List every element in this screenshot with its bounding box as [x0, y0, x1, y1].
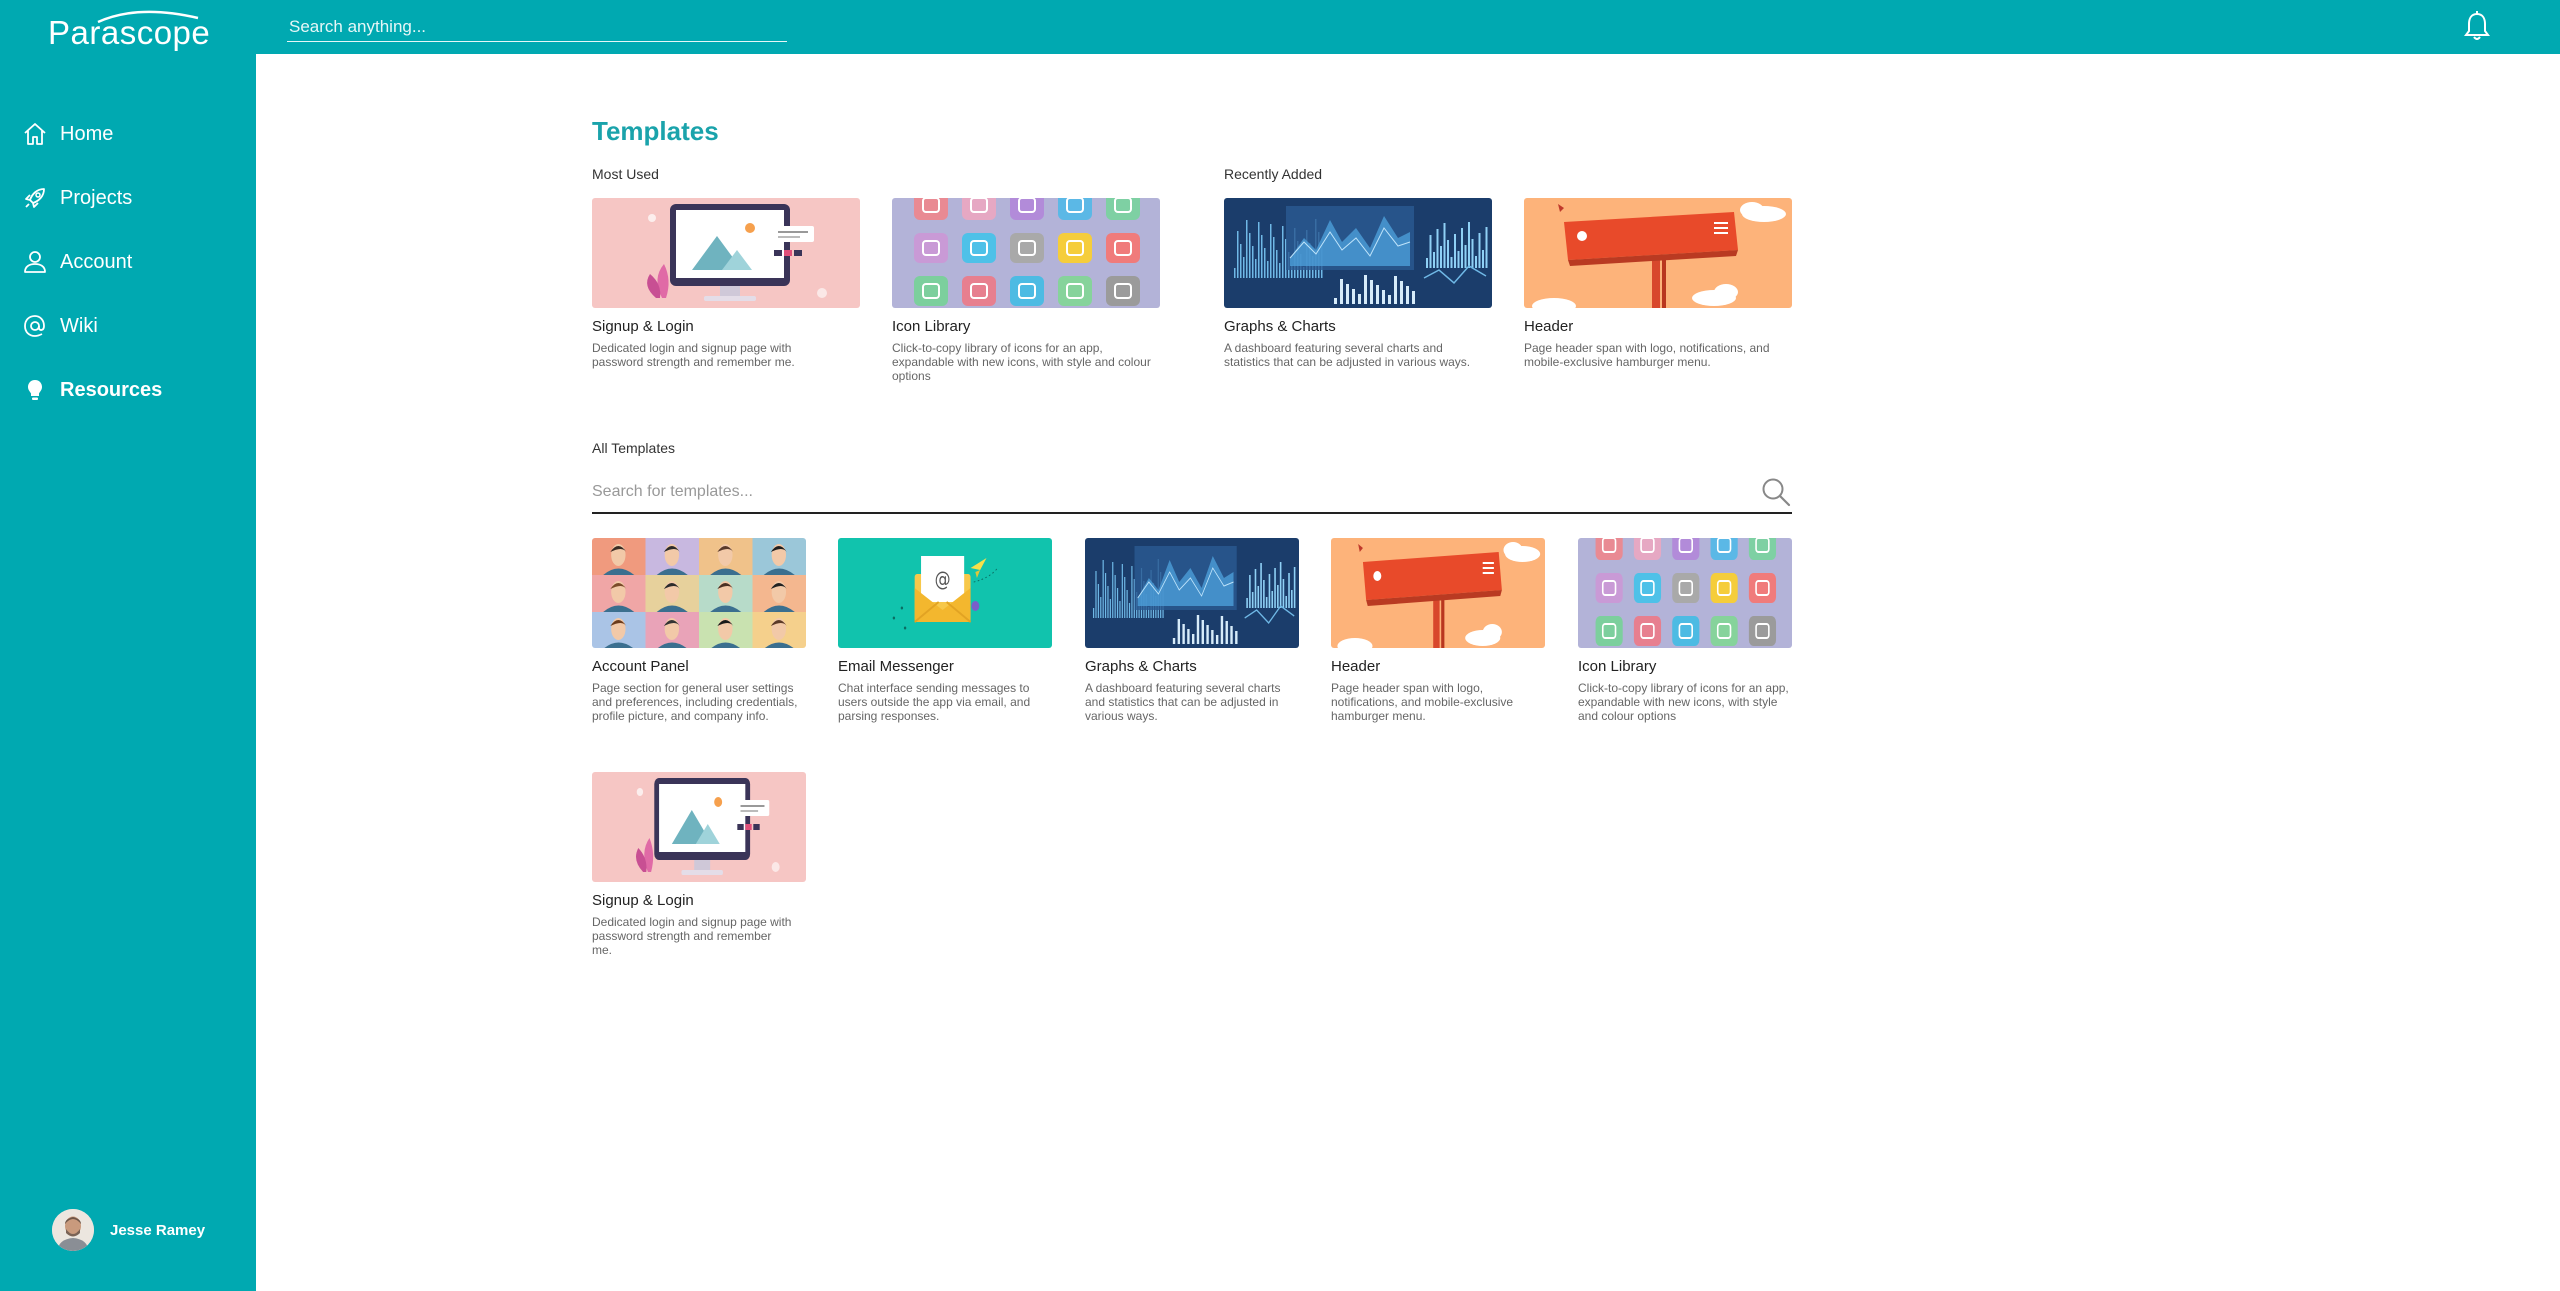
svg-text:@: @ — [935, 568, 951, 591]
template-search-bar — [592, 474, 1792, 514]
template-card-signup-login[interactable]: Signup & Login Dedicated login and signu… — [592, 772, 806, 957]
template-description: A dashboard featuring several charts and… — [1224, 341, 1471, 369]
at-icon — [24, 315, 45, 337]
signup-illustration-icon — [592, 772, 806, 882]
template-thumbnail[interactable] — [1224, 198, 1492, 308]
email-illustration-icon: @ — [838, 538, 1052, 648]
template-card-header[interactable]: Header Page header span with logo, notif… — [1331, 538, 1545, 723]
user-name: Jesse Ramey — [110, 1221, 206, 1239]
template-title: Icon Library — [892, 318, 971, 335]
rocket-icon — [25, 188, 45, 208]
template-description: Click-to-copy library of icons for an ap… — [1578, 681, 1789, 723]
sidebar-item-label: Wiki — [60, 314, 98, 337]
home-icon — [24, 123, 46, 145]
template-thumbnail[interactable] — [892, 198, 1160, 308]
template-card-signup-login[interactable]: Signup & Login Dedicated login and signu… — [592, 198, 860, 369]
top-bar: Parascope — [0, 0, 2560, 54]
template-thumbnail[interactable] — [592, 198, 860, 308]
graphs-illustration-icon — [1085, 538, 1299, 648]
template-description: Click-to-copy library of icons for an ap… — [892, 341, 1151, 383]
template-title: Signup & Login — [592, 318, 694, 335]
avatar-image-icon — [52, 1209, 94, 1251]
sidebar-item-label: Account — [60, 250, 133, 273]
icons-illustration-icon — [892, 198, 1160, 308]
parascope-logo[interactable]: Parascope — [48, 6, 218, 51]
template-title: Icon Library — [1578, 658, 1657, 675]
template-card-icon-library[interactable]: Icon Library Click-to-copy library of ic… — [1578, 538, 1792, 723]
template-description: Dedicated login and signup page with pas… — [592, 341, 795, 369]
template-card-graphs-charts[interactable]: Graphs & Charts A dashboard featuring se… — [1085, 538, 1299, 723]
template-description: Page header span with logo, notification… — [1524, 341, 1770, 369]
template-card-header[interactable]: Header Page header span with logo, notif… — [1524, 198, 1792, 369]
template-thumbnail[interactable] — [1524, 198, 1792, 308]
template-thumbnail[interactable] — [1085, 538, 1299, 648]
template-thumbnail[interactable] — [592, 538, 806, 648]
template-card-graphs-charts[interactable]: Graphs & Charts A dashboard featuring se… — [1224, 198, 1492, 369]
template-thumbnail[interactable] — [592, 772, 806, 882]
header-illustration-icon — [1524, 198, 1792, 308]
template-card-email-messenger[interactable]: @ Email Messenger Chat interface sending… — [838, 538, 1052, 723]
logo-text: Parascope — [48, 14, 211, 51]
graphs-illustration-icon — [1224, 198, 1492, 308]
user-profile[interactable]: Jesse Ramey — [52, 1209, 205, 1251]
template-title: Signup & Login — [592, 892, 694, 909]
sidebar-item-projects[interactable]: Projects — [22, 178, 242, 218]
search-icon[interactable] — [1760, 476, 1792, 508]
page-title: Templates — [592, 116, 719, 146]
template-title: Email Messenger — [838, 658, 954, 675]
section-label-recently-added: Recently Added — [1224, 166, 1323, 182]
template-thumbnail[interactable]: @ — [838, 538, 1052, 648]
sidebar-item-label: Projects — [60, 186, 133, 209]
template-title: Header — [1331, 658, 1381, 675]
global-search-input[interactable] — [287, 12, 787, 42]
bell-icon[interactable] — [2462, 11, 2492, 43]
sidebar-item-home[interactable]: Home — [22, 114, 242, 154]
sidebar-item-account[interactable]: Account — [22, 242, 242, 282]
template-thumbnail[interactable] — [1331, 538, 1545, 648]
template-card-account-panel[interactable]: Account Panel Page section for general u… — [592, 538, 806, 723]
template-search-input[interactable] — [592, 474, 1732, 510]
template-title: Header — [1524, 318, 1574, 335]
avatar[interactable] — [52, 1209, 94, 1251]
template-description: Page header span with logo, notification… — [1331, 681, 1514, 723]
template-title: Graphs & Charts — [1224, 318, 1336, 335]
sidebar-item-wiki[interactable]: Wiki — [22, 306, 242, 346]
sidebar: Home Projects Account Wiki Resources Jes… — [0, 54, 256, 1291]
user-icon — [24, 251, 46, 273]
section-label-most-used: Most Used — [592, 166, 659, 182]
icons-illustration-icon — [1578, 538, 1792, 648]
header-illustration-icon — [1331, 538, 1545, 648]
sidebar-item-label: Resources — [60, 378, 163, 401]
template-description: Chat interface sending messages to users… — [838, 681, 1031, 723]
signup-illustration-icon — [592, 198, 860, 308]
template-card-icon-library[interactable]: Icon Library Click-to-copy library of ic… — [892, 198, 1160, 383]
template-title: Graphs & Charts — [1085, 658, 1197, 675]
template-thumbnail[interactable] — [1578, 538, 1792, 648]
sidebar-item-resources[interactable]: Resources — [22, 370, 242, 410]
template-description: Page section for general user settings a… — [592, 681, 798, 723]
lightbulb-icon — [28, 380, 42, 400]
sidebar-item-label: Home — [60, 122, 114, 145]
template-description: A dashboard featuring several charts and… — [1085, 681, 1281, 723]
template-title: Account Panel — [592, 658, 689, 675]
section-label-all-templates: All Templates — [592, 440, 676, 456]
template-description: Dedicated login and signup page with pas… — [592, 915, 792, 957]
account-illustration-icon — [592, 538, 806, 648]
